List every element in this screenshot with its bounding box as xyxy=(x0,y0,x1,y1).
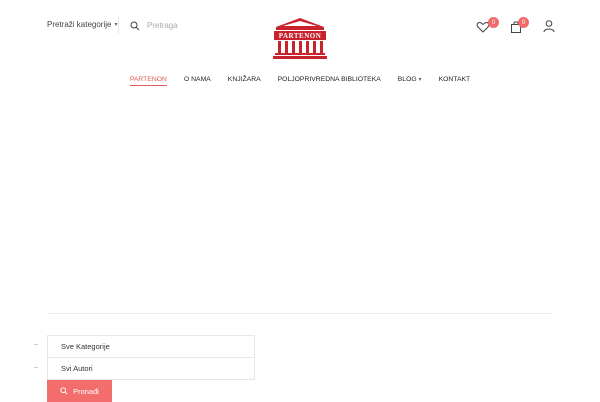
author-filter-select[interactable]: Svi Autori xyxy=(47,357,255,380)
category-select-label: Pretraži kategorije xyxy=(47,20,112,29)
partenon-logo[interactable]: PARTENON xyxy=(273,17,327,59)
svg-text:PARTENON: PARTENON xyxy=(279,32,322,40)
nav-item-label: KONTAKT xyxy=(438,76,471,83)
nav-item-label: O NAMA xyxy=(183,76,211,83)
user-icon[interactable] xyxy=(542,19,556,33)
find-button-label: Pronađi xyxy=(73,386,99,396)
nav-item-o-nama[interactable]: O NAMA xyxy=(175,74,219,85)
category-filter-select[interactable]: Sve Kategorije xyxy=(47,335,255,358)
nav-item-kontakt[interactable]: KONTAKT xyxy=(430,74,479,85)
author-filter-label: Svi Autori xyxy=(61,364,93,373)
chevron-down-icon: ▾ xyxy=(418,77,422,83)
search-icon xyxy=(60,387,68,395)
search-input[interactable] xyxy=(143,16,261,34)
active-underline xyxy=(129,85,167,86)
nav-item-partenon[interactable]: PARTENON xyxy=(121,74,175,86)
category-filter-label: Sve Kategorije xyxy=(61,342,110,351)
nav-item-label: PARTENON xyxy=(129,76,167,83)
nav-item-label: KNJIŽARA xyxy=(227,76,261,83)
search-icon[interactable] xyxy=(130,21,140,31)
nav-item-label: BLOG xyxy=(397,76,417,83)
dash-icon: – xyxy=(34,364,38,371)
nav-item-knjizara[interactable]: KNJIŽARA xyxy=(219,74,269,85)
category-select[interactable]: Pretraži kategorije ▾ xyxy=(47,20,118,29)
section-divider xyxy=(47,313,552,314)
cart-count-badge: 0 xyxy=(518,17,529,28)
nav-item-blog[interactable]: BLOG ▾ xyxy=(389,74,430,85)
wishlist-count-badge: 0 xyxy=(488,17,499,28)
dash-icon: – xyxy=(34,341,38,348)
nav-item-label: POLJOPRIVREDNA BIBLIOTEKA xyxy=(277,76,381,83)
header-separator xyxy=(118,17,119,34)
nav-item-poljoprivredna-biblioteka[interactable]: POLJOPRIVREDNA BIBLIOTEKA xyxy=(269,74,389,85)
main-nav: PARTENON O NAMA KNJIŽARA POLJOPRIVREDNA … xyxy=(0,74,600,86)
find-button[interactable]: Pronađi xyxy=(47,380,112,402)
